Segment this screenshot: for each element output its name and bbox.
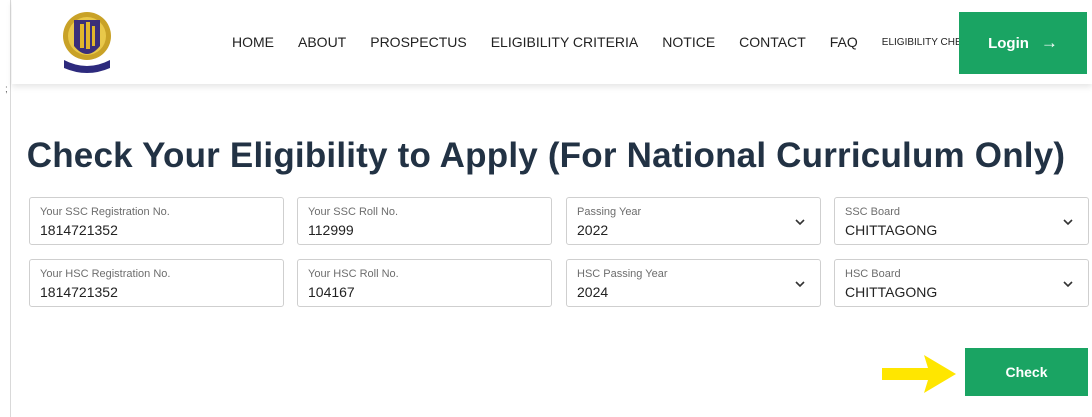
nav-contact[interactable]: CONTACT [739,34,806,50]
hsc-registration-field[interactable]: Your HSC Registration No. 1814721352 [29,259,284,307]
nav-prospectus[interactable]: PROSPECTUS [370,34,466,50]
ssc-board-label: SSC Board [845,206,901,218]
stray-mark: ; [5,84,8,95]
top-navbar: HOME ABOUT PROSPECTUS ELIGIBILITY CRITER… [12,0,1092,84]
hsc-registration-value: 1814721352 [40,284,118,300]
arrow-right-icon: → [1040,33,1058,52]
hsc-board-value: CHITTAGONG [845,284,938,300]
chevron-down-icon [1063,219,1073,226]
main-nav: HOME ABOUT PROSPECTUS ELIGIBILITY CRITER… [232,0,1019,84]
nav-eligibility-criteria[interactable]: ELIGIBILITY CRITERIA [491,34,639,50]
ssc-roll-label: Your SSC Roll No. [308,206,399,218]
ssc-passing-year-select[interactable]: Passing Year 2022 [566,197,821,245]
page-edge-rule [10,0,11,417]
nav-home[interactable]: HOME [232,34,274,50]
hsc-roll-label: Your HSC Roll No. [308,268,399,280]
ssc-board-value: CHITTAGONG [845,222,938,238]
ssc-registration-label: Your SSC Registration No. [40,206,170,218]
ssc-passing-year-value: 2022 [577,222,609,238]
hsc-roll-field[interactable]: Your HSC Roll No. 104167 [297,259,552,307]
chevron-down-icon [795,219,805,226]
nav-notice[interactable]: NOTICE [662,34,715,50]
check-button[interactable]: Check [965,348,1088,396]
ssc-board-select[interactable]: SSC Board CHITTAGONG [834,197,1089,245]
hsc-passing-year-value: 2024 [577,284,609,300]
hsc-roll-value: 104167 [308,284,355,300]
ssc-passing-year-label: Passing Year [577,206,642,218]
university-crest-logo[interactable] [58,6,116,76]
hsc-board-select[interactable]: HSC Board CHITTAGONG [834,259,1089,307]
login-label: Login [988,34,1029,52]
hsc-board-label: HSC Board [845,268,901,280]
ssc-roll-field[interactable]: Your SSC Roll No. 112999 [297,197,552,245]
ssc-roll-value: 112999 [308,222,354,238]
chevron-down-icon [1063,281,1073,288]
nav-about[interactable]: ABOUT [298,34,346,50]
hsc-passing-year-label: HSC Passing Year [577,268,668,280]
hsc-passing-year-select[interactable]: HSC Passing Year 2024 [566,259,821,307]
chevron-down-icon [795,281,805,288]
yellow-pointer-arrow-icon [882,355,956,393]
nav-faq[interactable]: FAQ [830,34,858,50]
login-button[interactable]: Login → [959,12,1087,74]
ssc-registration-value: 1814721352 [40,222,118,238]
hsc-registration-label: Your HSC Registration No. [40,268,171,280]
ssc-registration-field[interactable]: Your SSC Registration No. 1814721352 [29,197,284,245]
page-title: Check Your Eligibility to Apply (For Nat… [26,136,1066,175]
